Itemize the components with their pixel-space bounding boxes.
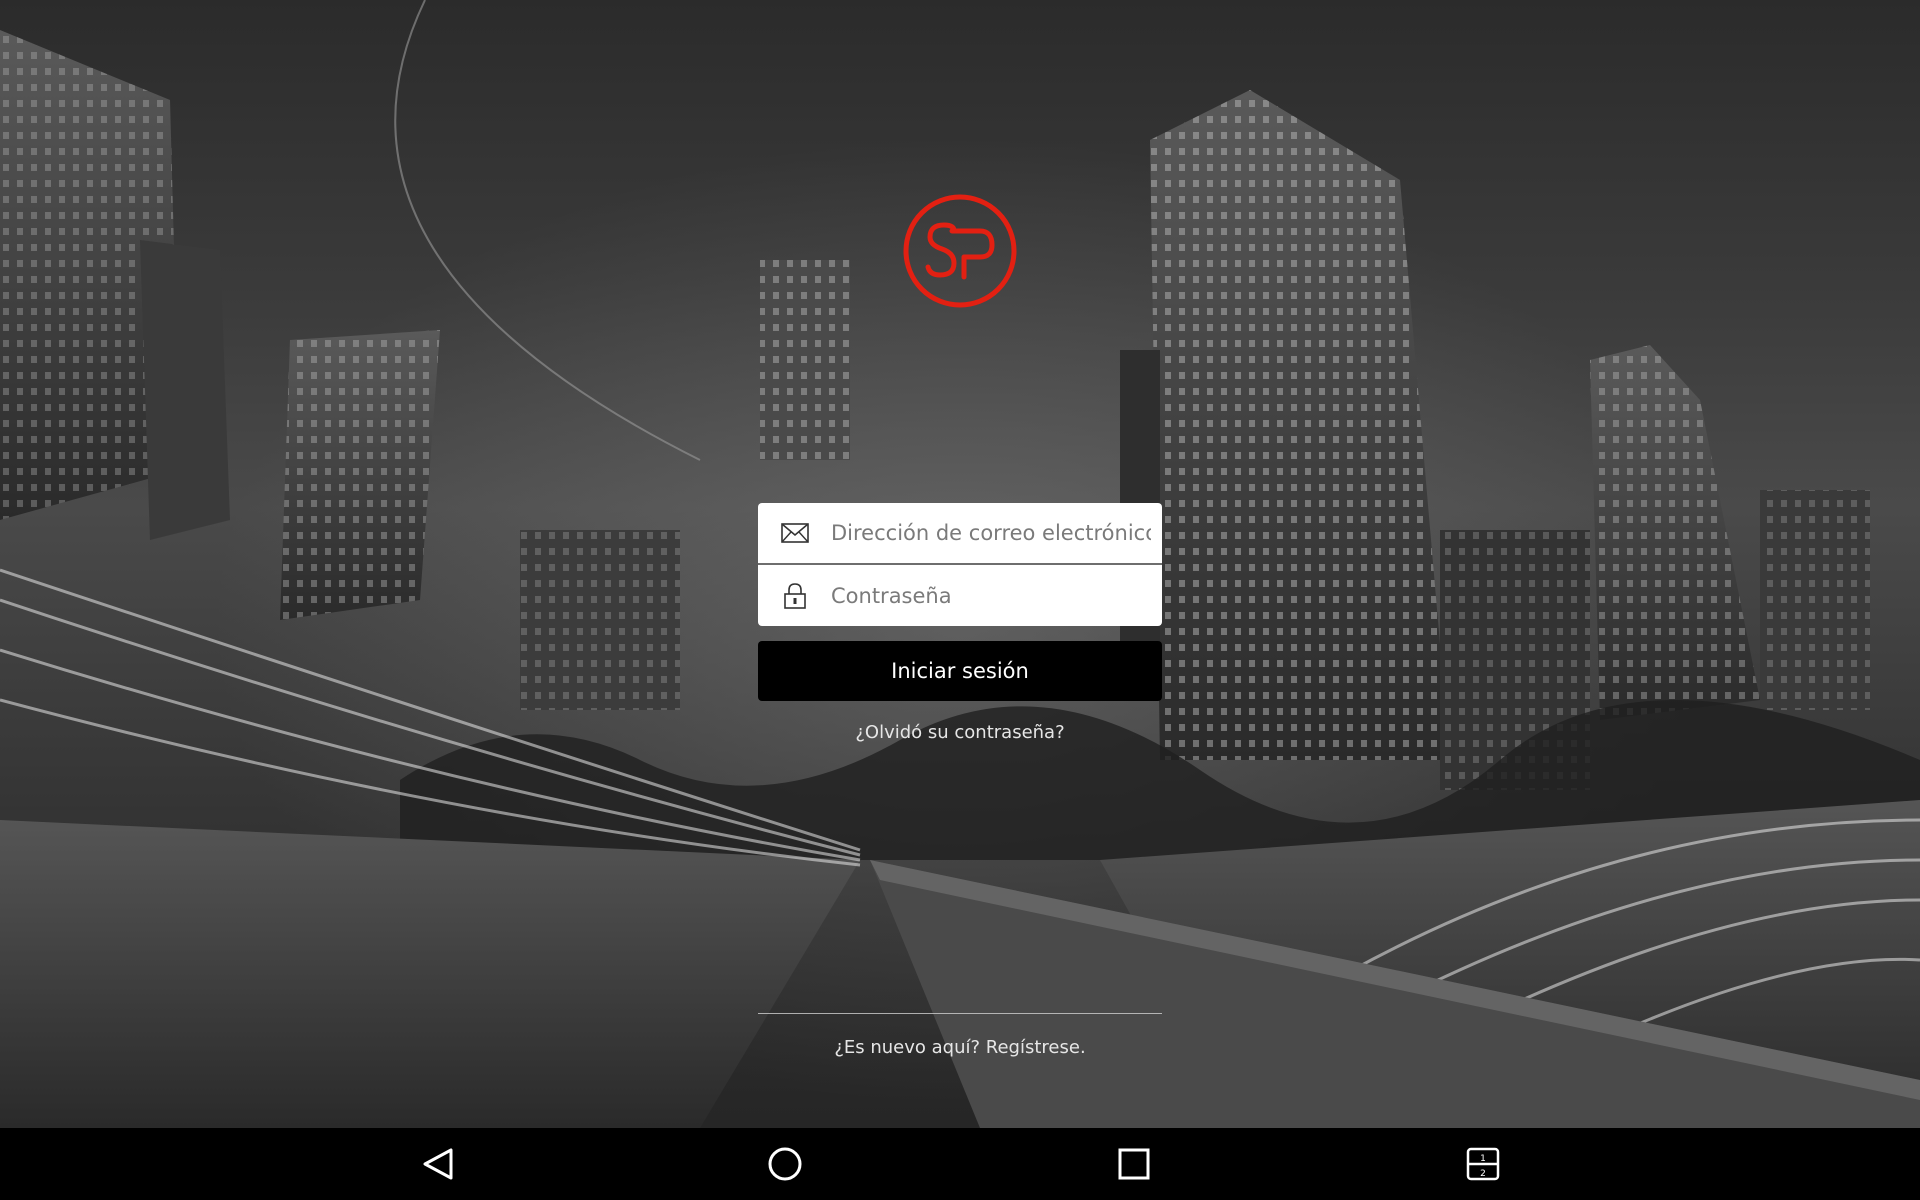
email-input[interactable] — [831, 521, 1151, 545]
login-screen: Iniciar sesión ¿Olvidó su contraseña? ¿E… — [0, 0, 1920, 1200]
lock-icon — [780, 581, 810, 611]
envelope-icon — [780, 518, 810, 548]
split-label-bottom: 2 — [1480, 1169, 1486, 1179]
split-label-top: 1 — [1480, 1154, 1486, 1164]
sp-logo — [902, 193, 1018, 309]
password-input[interactable] — [831, 583, 1151, 608]
register-link[interactable]: ¿Es nuevo aquí? Regístrese. — [758, 1037, 1162, 1058]
forgot-password-link[interactable]: ¿Olvidó su contraseña? — [758, 722, 1162, 743]
email-field[interactable] — [758, 503, 1162, 563]
home-circle-icon[interactable] — [749, 1128, 821, 1200]
login-form: Iniciar sesión — [758, 503, 1162, 701]
split-screen-icon[interactable]: 1 2 — [1447, 1128, 1519, 1200]
back-triangle-icon[interactable] — [402, 1128, 474, 1200]
password-field[interactable] — [758, 565, 1162, 626]
recents-square-icon[interactable] — [1098, 1128, 1170, 1200]
divider — [758, 1013, 1162, 1014]
system-nav-bar: 1 2 — [0, 1128, 1920, 1200]
login-button[interactable]: Iniciar sesión — [758, 641, 1162, 701]
